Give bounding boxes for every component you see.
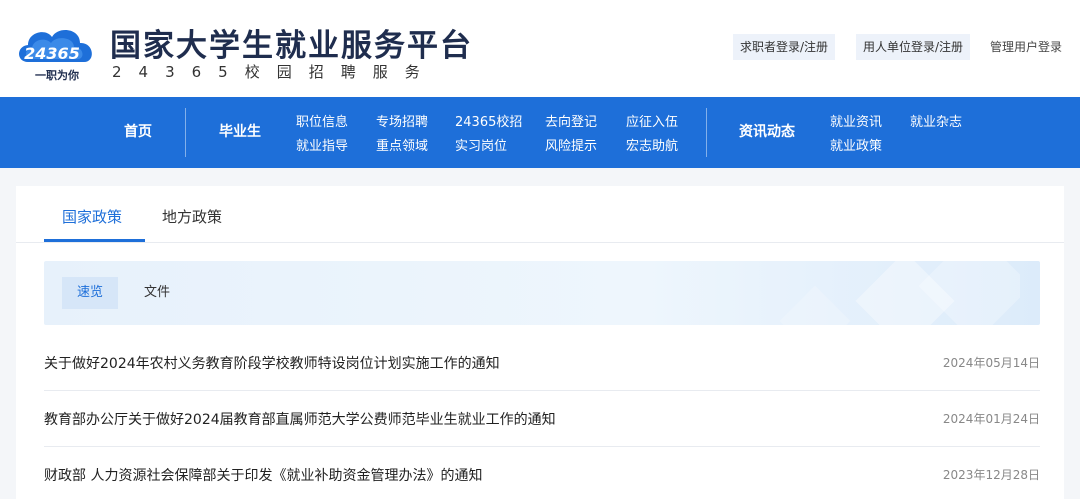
nav-key-fields[interactable]: 重点领域 bbox=[376, 135, 428, 154]
nav-graduates[interactable]: 毕业生 bbox=[219, 97, 261, 168]
filter-documents-button[interactable]: 文件 bbox=[129, 277, 185, 309]
nav-employment-magazine[interactable]: 就业杂志 bbox=[910, 111, 962, 130]
jobseeker-login-button[interactable]: 求职者登录/注册 bbox=[733, 34, 836, 60]
article-title[interactable]: 关于做好2024年农村义务教育阶段学校教师特设岗位计划实施工作的通知 bbox=[44, 353, 500, 373]
logo-tagline: 一职为你 bbox=[35, 68, 79, 82]
nav-divider bbox=[706, 108, 707, 157]
nav-special-recruitment[interactable]: 专场招聘 bbox=[376, 111, 428, 130]
employer-login-button[interactable]: 用人单位登录/注册 bbox=[856, 34, 971, 60]
article-row[interactable]: 财政部 人力资源社会保障部关于印发《就业补助资金管理办法》的通知 2023年12… bbox=[44, 447, 1040, 499]
nav-home[interactable]: 首页 bbox=[124, 97, 152, 168]
nav-24365-recruit[interactable]: 24365校招 bbox=[455, 111, 522, 130]
article-date: 2023年12月28日 bbox=[942, 468, 1040, 482]
tab-national-policy[interactable]: 国家政策 bbox=[62, 206, 122, 227]
nav-employment-news[interactable]: 就业资讯 bbox=[830, 111, 882, 130]
nav-job-info[interactable]: 职位信息 bbox=[296, 111, 348, 130]
nav-employment-policy[interactable]: 就业政策 bbox=[830, 135, 882, 154]
article-row[interactable]: 教育部办公厅关于做好2024届教育部直属师范大学公费师范毕业生就业工作的通知 2… bbox=[44, 391, 1040, 447]
nav-hongzhi-navigation[interactable]: 宏志助航 bbox=[626, 135, 678, 154]
article-title[interactable]: 教育部办公厅关于做好2024届教育部直属师范大学公费师范毕业生就业工作的通知 bbox=[44, 409, 556, 429]
article-date: 2024年01月24日 bbox=[942, 412, 1040, 426]
active-tab-indicator bbox=[44, 239, 145, 242]
site-header: 24365 一职为你 国家大学生就业服务平台 24365校园招聘服务 求职者登录… bbox=[0, 0, 1080, 97]
article-row[interactable]: 关于做好2024年农村义务教育阶段学校教师特设岗位计划实施工作的通知 2024年… bbox=[44, 335, 1040, 391]
nav-divider bbox=[185, 108, 186, 157]
site-subtitle: 24365校园招聘服务 bbox=[112, 63, 437, 81]
decorative-shapes bbox=[779, 261, 1020, 325]
nav-career-guidance[interactable]: 就业指导 bbox=[296, 135, 348, 154]
filter-bar: 速览 文件 bbox=[44, 261, 1040, 325]
tab-local-policy[interactable]: 地方政策 bbox=[162, 206, 222, 227]
nav-internships[interactable]: 实习岗位 bbox=[455, 135, 507, 154]
logo-number: 24365 bbox=[24, 44, 80, 63]
policy-tabs: 国家政策 地方政策 bbox=[16, 186, 1064, 243]
policy-panel: 国家政策 地方政策 速览 文件 关于做好2024年农村义务教育阶段学校教师特设岗… bbox=[16, 186, 1064, 499]
article-date: 2024年05月14日 bbox=[942, 356, 1040, 370]
site-title: 国家大学生就业服务平台 bbox=[110, 28, 473, 64]
nav-risk-warning[interactable]: 风险提示 bbox=[545, 135, 597, 154]
nav-destination-registration[interactable]: 去向登记 bbox=[545, 111, 597, 130]
main-nav: 首页 毕业生 职位信息 就业指导 专场招聘 重点领域 24365校招 实习岗位 … bbox=[0, 97, 1080, 168]
filter-overview-button[interactable]: 速览 bbox=[62, 277, 119, 309]
nav-enlistment[interactable]: 应征入伍 bbox=[626, 111, 678, 130]
nav-news[interactable]: 资讯动态 bbox=[739, 97, 795, 168]
site-logo[interactable]: 24365 一职为你 bbox=[14, 18, 100, 84]
admin-login-link[interactable]: 管理用户登录 bbox=[990, 34, 1062, 60]
article-title[interactable]: 财政部 人力资源社会保障部关于印发《就业补助资金管理办法》的通知 bbox=[44, 465, 482, 485]
